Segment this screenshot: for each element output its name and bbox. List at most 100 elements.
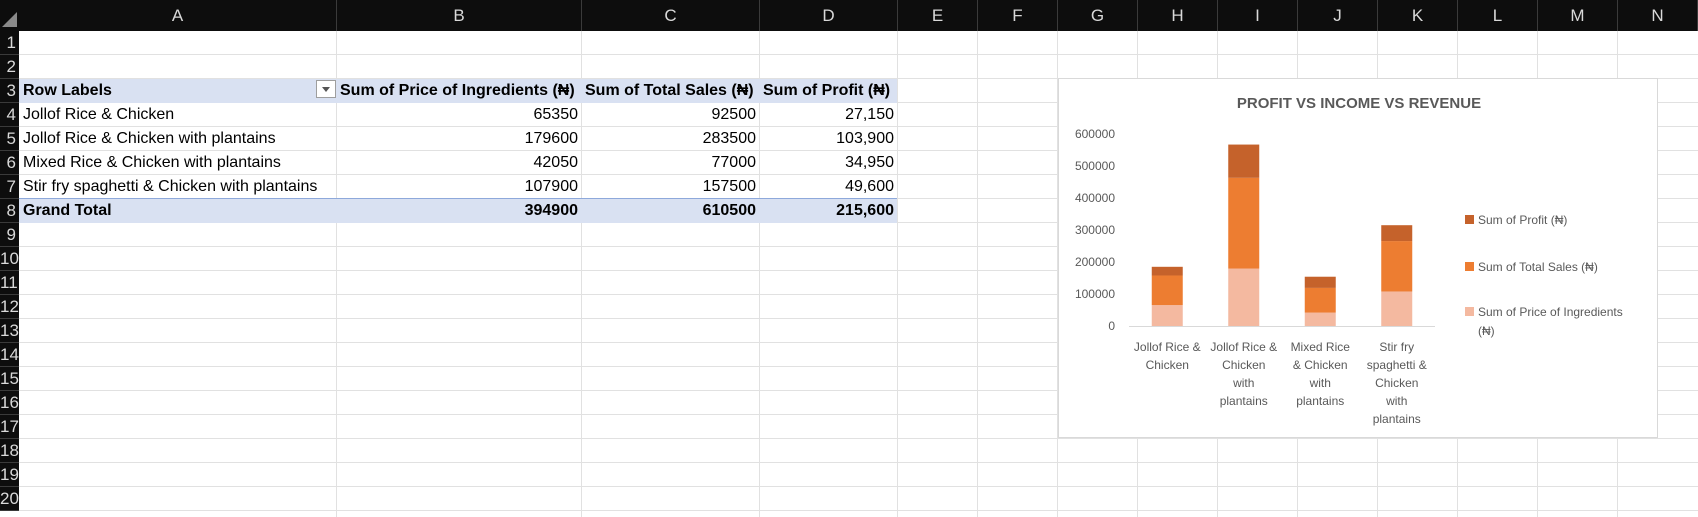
bar-segment[interactable] bbox=[1151, 305, 1183, 326]
pivot-row-label[interactable]: Jollof Rice & Chicken with plantains bbox=[19, 127, 337, 151]
column-header-l[interactable]: L bbox=[1458, 0, 1538, 31]
x-category-label: spaghetti & bbox=[1367, 358, 1427, 372]
gridline-row bbox=[19, 486, 1698, 487]
row-header-9[interactable]: 9 bbox=[0, 223, 19, 247]
select-all-triangle-icon bbox=[2, 12, 17, 27]
pivot-cell-ingredients[interactable]: 107900 bbox=[337, 175, 582, 199]
row-header-16[interactable]: 16 bbox=[0, 391, 19, 415]
grand-total-ingredients[interactable]: 394900 bbox=[337, 199, 582, 223]
x-category-label: Jollof Rice & bbox=[1210, 340, 1277, 354]
grand-total-sales[interactable]: 610500 bbox=[582, 199, 760, 223]
bar-segment[interactable] bbox=[1304, 312, 1336, 326]
legend-label[interactable]: (₦) bbox=[1478, 324, 1495, 338]
x-category-label: Jollof Rice & bbox=[1134, 340, 1201, 354]
grand-total-profit[interactable]: 215,600 bbox=[760, 199, 898, 223]
bar-segment[interactable] bbox=[1381, 241, 1413, 292]
chart-title[interactable]: PROFIT VS INCOME VS REVENUE bbox=[1237, 95, 1481, 112]
pivot-header-total-sales[interactable]: Sum of Total Sales (₦) bbox=[582, 79, 760, 103]
pivot-cell-ingredients[interactable]: 42050 bbox=[337, 151, 582, 175]
column-header-f[interactable]: F bbox=[978, 0, 1058, 31]
bar-segment[interactable] bbox=[1151, 266, 1183, 276]
column-header-n[interactable]: N bbox=[1618, 0, 1698, 31]
pivot-cell-profit[interactable]: 27,150 bbox=[760, 103, 898, 127]
bar-segment[interactable] bbox=[1228, 144, 1260, 178]
y-tick-label: 300000 bbox=[1075, 223, 1115, 237]
grand-total-label[interactable]: Grand Total bbox=[19, 199, 337, 223]
row-header-5[interactable]: 5 bbox=[0, 127, 19, 151]
spreadsheet[interactable]: A B C D E F G H I J K L M N 1 2 3 4 5 6 7 8 9 10 11 12 13 14 15 16 17 1… bbox=[0, 0, 1698, 517]
pivot-cell-ingredients[interactable]: 179600 bbox=[337, 127, 582, 151]
pivot-cell-ingredients[interactable]: 65350 bbox=[337, 103, 582, 127]
gridline-row bbox=[19, 462, 1698, 463]
gridline-row bbox=[19, 54, 1698, 55]
column-header-d[interactable]: D bbox=[760, 0, 898, 31]
column-header-h[interactable]: H bbox=[1138, 0, 1218, 31]
gridline-column bbox=[977, 31, 978, 517]
legend-label[interactable]: Sum of Profit (₦) bbox=[1478, 213, 1567, 227]
row-header-18[interactable]: 18 bbox=[0, 439, 19, 463]
row-header-13[interactable]: 13 bbox=[0, 319, 19, 343]
y-tick-label: 600000 bbox=[1075, 127, 1115, 141]
legend-swatch bbox=[1465, 262, 1474, 271]
legend-label[interactable]: Sum of Total Sales (₦) bbox=[1478, 260, 1598, 274]
row-header-8[interactable]: 8 bbox=[0, 199, 19, 223]
row-header-3[interactable]: 3 bbox=[0, 79, 19, 103]
x-category-label: plantains bbox=[1220, 394, 1268, 408]
row-header-14[interactable]: 14 bbox=[0, 343, 19, 367]
y-tick-label: 0 bbox=[1108, 319, 1115, 333]
column-header-m[interactable]: M bbox=[1538, 0, 1618, 31]
pivot-row-label[interactable]: Mixed Rice & Chicken with plantains bbox=[19, 151, 337, 175]
pivot-cell-profit[interactable]: 103,900 bbox=[760, 127, 898, 151]
stacked-column-chart[interactable]: PROFIT VS INCOME VS REVENUE 0 100000 200000… bbox=[1058, 78, 1658, 438]
pivot-cell-profit[interactable]: 34,950 bbox=[760, 151, 898, 175]
row-header-2[interactable]: 2 bbox=[0, 55, 19, 79]
legend-swatch bbox=[1465, 307, 1474, 316]
row-header-19[interactable]: 19 bbox=[0, 463, 19, 487]
bar-segment[interactable] bbox=[1151, 275, 1183, 306]
bar-segment[interactable] bbox=[1228, 268, 1260, 326]
row-header-11[interactable]: 11 bbox=[0, 271, 19, 295]
row-header-20[interactable]: 20 bbox=[0, 487, 19, 511]
row-header-15[interactable]: 15 bbox=[0, 367, 19, 391]
legend-label[interactable]: Sum of Price of Ingredients bbox=[1478, 305, 1623, 319]
column-header-c[interactable]: C bbox=[582, 0, 760, 31]
pivot-cell-total-sales[interactable]: 283500 bbox=[582, 127, 760, 151]
y-tick-label: 200000 bbox=[1075, 255, 1115, 269]
pivot-cell-total-sales[interactable]: 77000 bbox=[582, 151, 760, 175]
x-category-label: with bbox=[1309, 376, 1331, 390]
pivot-header-profit[interactable]: Sum of Profit (₦) bbox=[760, 79, 898, 103]
pivot-row-label[interactable]: Jollof Rice & Chicken bbox=[19, 103, 337, 127]
bar-segment[interactable] bbox=[1381, 291, 1413, 326]
y-tick-label: 100000 bbox=[1075, 287, 1115, 301]
pivot-cell-total-sales[interactable]: 92500 bbox=[582, 103, 760, 127]
x-category-label: plantains bbox=[1296, 394, 1344, 408]
bar-segment[interactable] bbox=[1304, 287, 1336, 313]
column-header-j[interactable]: J bbox=[1298, 0, 1378, 31]
row-labels-filter-dropdown-icon[interactable] bbox=[316, 80, 336, 98]
column-header-g[interactable]: G bbox=[1058, 0, 1138, 31]
row-header-6[interactable]: 6 bbox=[0, 151, 19, 175]
pivot-cell-total-sales[interactable]: 157500 bbox=[582, 175, 760, 199]
select-all-corner[interactable] bbox=[0, 0, 19, 31]
bar-segment[interactable] bbox=[1304, 276, 1336, 288]
row-header-7[interactable]: 7 bbox=[0, 175, 19, 199]
column-header-k[interactable]: K bbox=[1378, 0, 1458, 31]
column-header-i[interactable]: I bbox=[1218, 0, 1298, 31]
column-header-b[interactable]: B bbox=[337, 0, 582, 31]
pivot-header-row-labels[interactable]: Row Labels bbox=[19, 79, 337, 103]
bar-segment[interactable] bbox=[1381, 225, 1413, 242]
x-category-label: with bbox=[1385, 394, 1407, 408]
bar-segment[interactable] bbox=[1228, 177, 1260, 269]
column-header-e[interactable]: E bbox=[898, 0, 978, 31]
row-header-4[interactable]: 4 bbox=[0, 103, 19, 127]
pivot-cell-profit[interactable]: 49,600 bbox=[760, 175, 898, 199]
pivot-header-ingredients[interactable]: Sum of Price of Ingredients (₦) bbox=[337, 79, 582, 103]
column-header-a[interactable]: A bbox=[19, 0, 337, 31]
row-header-12[interactable]: 12 bbox=[0, 295, 19, 319]
row-header-17[interactable]: 17 bbox=[0, 415, 19, 439]
x-category-label: & Chicken bbox=[1293, 358, 1348, 372]
row-header-1[interactable]: 1 bbox=[0, 31, 19, 55]
row-header-10[interactable]: 10 bbox=[0, 247, 19, 271]
pivot-row-label[interactable]: Stir fry spaghetti & Chicken with planta… bbox=[19, 175, 337, 199]
x-category-label: Mixed Rice bbox=[1291, 340, 1351, 354]
